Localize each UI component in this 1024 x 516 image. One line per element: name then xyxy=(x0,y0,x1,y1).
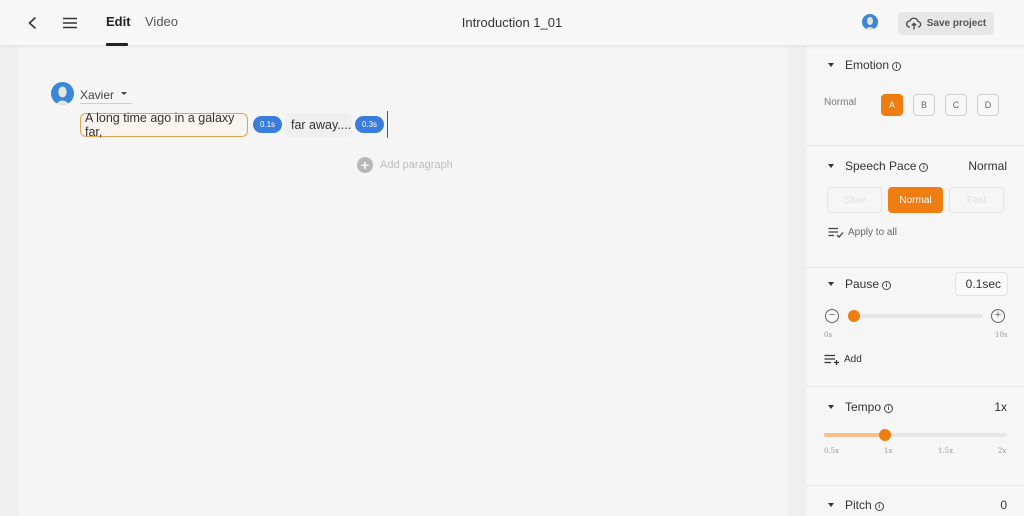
info-icon[interactable]: i xyxy=(919,163,929,172)
emotion-option-c[interactable]: C xyxy=(945,94,967,116)
top-bar: Edit Video Introduction 1_01 Save projec… xyxy=(0,0,1024,46)
save-project-label: Save project xyxy=(926,18,987,29)
pause-max-label: 10s xyxy=(995,331,1008,339)
emotion-section: Emotion i Normal A B C D xyxy=(806,46,1024,146)
minus-icon: − xyxy=(828,309,836,321)
pause-slider[interactable] xyxy=(848,310,983,322)
info-icon[interactable]: i xyxy=(892,62,902,71)
tab-edit[interactable]: Edit xyxy=(106,14,131,29)
back-button[interactable] xyxy=(22,12,44,34)
emotion-option-a[interactable]: A xyxy=(881,94,903,116)
pause-min-label: 0s xyxy=(824,331,833,339)
tempo-slider-thumb[interactable] xyxy=(879,429,891,441)
pace-normal-button[interactable]: Normal xyxy=(888,187,943,213)
save-project-button[interactable]: Save project xyxy=(898,12,994,35)
cloud-upload-icon xyxy=(905,17,921,30)
pause-chip[interactable]: 0.1s xyxy=(253,116,282,133)
pitch-value: 0 xyxy=(1000,498,1007,512)
pause-duration-input[interactable]: 0.1sec xyxy=(955,272,1008,296)
pause-chip[interactable]: 0.3s xyxy=(355,116,384,133)
apply-to-all-label: Apply to all xyxy=(848,227,897,238)
add-pause-button[interactable]: Add xyxy=(824,354,862,365)
list-add-icon xyxy=(824,354,839,365)
tempo-tick-label: 1x xyxy=(884,447,893,455)
emotion-option-d[interactable]: D xyxy=(977,94,999,116)
info-icon[interactable]: i xyxy=(874,502,884,511)
pitch-title: Pitch i xyxy=(845,498,884,512)
menu-button[interactable] xyxy=(59,12,81,34)
text-cursor xyxy=(387,111,388,138)
tempo-header: Tempo i 1x xyxy=(806,398,1024,418)
speech-pace-header: Speech Pace i Normal xyxy=(806,157,1024,177)
pause-title: Pause i xyxy=(845,277,892,291)
plus-circle-icon: + xyxy=(357,157,373,173)
speaker-name: Xavier xyxy=(80,87,115,102)
avatar-person-icon xyxy=(865,17,875,30)
user-avatar[interactable] xyxy=(862,14,878,30)
pace-slow-button[interactable]: Slow xyxy=(827,187,882,213)
tempo-slider-fill xyxy=(824,433,885,437)
text-segment[interactable]: far away.... xyxy=(285,113,352,137)
collapse-caret-icon[interactable] xyxy=(828,405,834,409)
left-gutter xyxy=(0,46,18,516)
pause-slider-thumb[interactable] xyxy=(848,310,860,322)
hamburger-menu-icon xyxy=(63,17,77,29)
collapse-caret-icon[interactable] xyxy=(828,282,834,286)
chevron-left-icon xyxy=(28,16,37,30)
speaker-face-icon xyxy=(55,86,70,105)
speaker-avatar[interactable] xyxy=(51,82,74,105)
collapse-caret-icon[interactable] xyxy=(828,63,834,67)
increase-pause-button[interactable]: + xyxy=(991,309,1005,323)
info-icon[interactable]: i xyxy=(882,281,892,290)
tempo-tick-label: 1.5x xyxy=(938,447,954,455)
caret-down-icon xyxy=(121,92,127,95)
tempo-title: Tempo i xyxy=(845,400,894,414)
pitch-header: Pitch i 0 xyxy=(806,496,1024,516)
section-divider xyxy=(806,267,1024,268)
right-gutter xyxy=(788,46,806,516)
plus-icon: + xyxy=(994,309,1002,321)
add-pause-label: Add xyxy=(844,354,862,365)
active-tab-indicator xyxy=(106,43,128,46)
add-paragraph-button[interactable]: + Add paragraph xyxy=(357,157,453,173)
add-paragraph-label: Add paragraph xyxy=(380,159,453,171)
speech-pace-title: Speech Pace i xyxy=(845,159,929,173)
emotion-header: Emotion i xyxy=(806,56,1024,76)
apply-to-all-button[interactable]: Apply to all xyxy=(828,227,897,238)
speech-pace-value: Normal xyxy=(968,159,1007,173)
emotion-title: Emotion i xyxy=(845,58,902,72)
section-divider xyxy=(806,485,1024,486)
speaker-dropdown[interactable]: Xavier xyxy=(80,86,132,104)
section-divider xyxy=(806,386,1024,387)
tempo-slider[interactable] xyxy=(824,429,1007,441)
text-segment-selected[interactable]: A long time ago in a galaxy far, xyxy=(80,111,248,139)
pace-fast-button[interactable]: Fast xyxy=(949,187,1004,213)
list-check-icon xyxy=(828,227,844,238)
info-icon[interactable]: i xyxy=(884,404,894,413)
voice-settings-panel: Emotion i Normal A B C D Speech Pace i Nor… xyxy=(806,46,1024,516)
emotion-current-label: Normal xyxy=(824,97,857,108)
tempo-tick-label: 2x xyxy=(998,447,1007,455)
decrease-pause-button[interactable]: − xyxy=(825,309,839,323)
tab-video[interactable]: Video xyxy=(145,14,178,29)
tempo-value: 1x xyxy=(994,400,1007,414)
collapse-caret-icon[interactable] xyxy=(828,503,834,507)
emotion-option-b[interactable]: B xyxy=(913,94,935,116)
tempo-tick-label: 0.5x xyxy=(824,447,840,455)
collapse-caret-icon[interactable] xyxy=(828,164,834,168)
